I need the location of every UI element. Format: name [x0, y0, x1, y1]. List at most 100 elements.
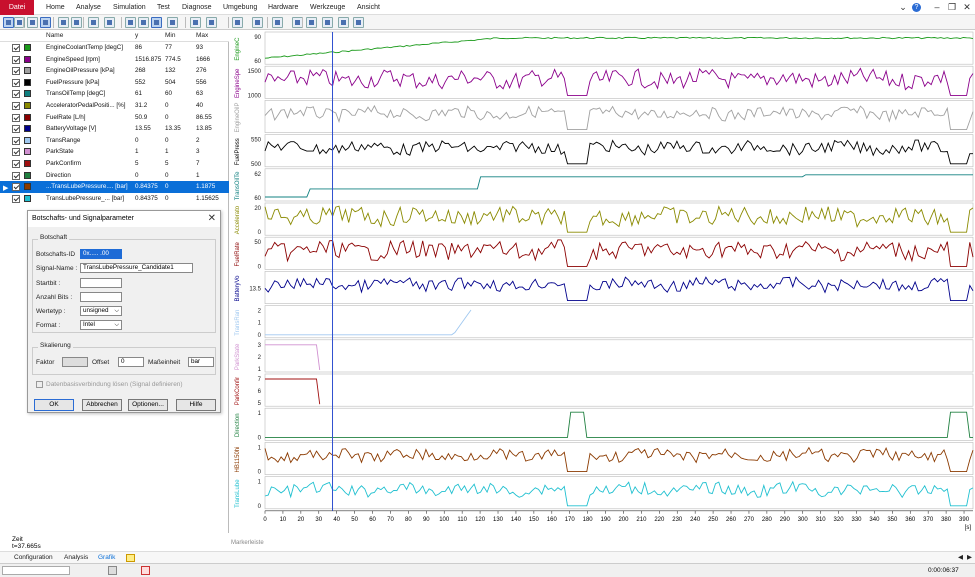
menu-hardware[interactable]: Hardware: [268, 0, 298, 15]
db-link-checkbox[interactable]: [36, 381, 43, 388]
signal-visible-checkbox[interactable]: [12, 148, 20, 157]
signal-visible-checkbox[interactable]: [12, 102, 20, 110]
menu-home[interactable]: Home: [46, 0, 65, 15]
toolbar-button-icon[interactable]: [353, 17, 364, 28]
menu-file[interactable]: Datei: [0, 0, 34, 15]
toolbar-button-icon[interactable]: [104, 17, 115, 28]
toolbar-button-icon[interactable]: [40, 17, 51, 28]
signal-visible-checkbox[interactable]: [12, 136, 20, 145]
signal-row[interactable]: TransLubePressure_... [bar] 0.84375 0 1.156…: [0, 193, 229, 205]
plot-strip[interactable]: [264, 202, 974, 236]
col-name[interactable]: Name: [46, 32, 63, 39]
signal-color-swatch[interactable]: [24, 90, 31, 98]
signal-name-input[interactable]: TransLubePressure_Candidate1: [80, 263, 193, 273]
msg-id-input[interactable]: 0x..... .00: [80, 249, 122, 259]
plot-strip[interactable]: [264, 305, 974, 339]
signal-row[interactable]: TransOilTemp [degC] 61 60 63: [0, 88, 229, 100]
toolbar-button-icon[interactable]: [252, 17, 263, 28]
signal-color-swatch[interactable]: [24, 113, 31, 121]
signal-color-swatch[interactable]: [24, 102, 31, 109]
startbit-input[interactable]: [80, 278, 122, 288]
plot-strip[interactable]: [264, 100, 974, 133]
toolbar-button-icon[interactable]: [232, 17, 243, 28]
signal-row[interactable]: EngineOilPressure [kPa] 268 132 276: [0, 65, 229, 77]
signal-visible-checkbox[interactable]: [12, 113, 20, 122]
toolbar-button-icon[interactable]: [322, 17, 333, 28]
toolbar-button-icon[interactable]: [306, 17, 317, 28]
signal-row[interactable]: FuelPressure [kPa] 552 504 556: [0, 77, 229, 89]
signal-plot[interactable]: EngineC 9060EngineSpe 15001000EngineOilPFu…: [229, 30, 975, 540]
toolbar-button-icon[interactable]: [58, 17, 69, 28]
menu-simulation[interactable]: Simulation: [113, 0, 146, 15]
toolbar-button-icon[interactable]: [27, 17, 38, 28]
signal-visible-checkbox[interactable]: [12, 55, 20, 64]
toolbar-button-icon[interactable]: [206, 17, 217, 28]
signal-visible-checkbox[interactable]: [12, 171, 20, 180]
signal-visible-checkbox[interactable]: [12, 160, 20, 168]
signal-color-swatch[interactable]: [24, 136, 31, 144]
help-button[interactable]: Hilfe: [176, 399, 216, 411]
signal-color-swatch[interactable]: [24, 44, 31, 51]
signal-color-swatch[interactable]: [24, 183, 31, 191]
toolbar-button-icon[interactable]: [151, 17, 162, 28]
signal-row[interactable]: EngineSpeed [rpm] 1516.875 774.5 1666: [0, 54, 229, 66]
toolbar-button-icon[interactable]: [138, 17, 149, 28]
toolbar-button-icon[interactable]: [272, 17, 283, 28]
menu-ansicht[interactable]: Ansicht: [357, 0, 380, 15]
signal-row[interactable]: Direction 0 0 1: [0, 170, 229, 182]
factor-input[interactable]: [62, 357, 88, 367]
close-icon[interactable]: ✕: [960, 0, 974, 15]
plot-strip[interactable]: [264, 442, 974, 475]
graphics-window[interactable]: EngineC 90 60 EngineSpe 1500 1000 EngineOilP Fu…: [229, 30, 975, 540]
toolbar-button-icon[interactable]: [338, 17, 349, 28]
signal-color-swatch[interactable]: [24, 194, 31, 202]
plot-strip[interactable]: [264, 65, 974, 99]
plot-strip[interactable]: [264, 373, 974, 407]
signal-row[interactable]: TransRange 0 0 2: [0, 135, 229, 147]
toolbar-button-icon[interactable]: [88, 17, 99, 28]
unit-input[interactable]: bar: [188, 357, 214, 367]
ok-button[interactable]: OK: [34, 399, 74, 411]
menu-analyse[interactable]: Analyse: [76, 0, 101, 15]
signal-row[interactable]: ParkConfirm 5 5 7: [0, 158, 229, 170]
toolbar-button-icon[interactable]: [167, 17, 178, 28]
record-icon[interactable]: [141, 566, 150, 575]
cancel-button[interactable]: Abbrechen: [82, 399, 122, 411]
signal-row[interactable]: FuelRate [L/h] 50.9 0 86.55: [0, 112, 229, 124]
grid-icon[interactable]: [108, 566, 117, 575]
menu-umgebung[interactable]: Umgebung: [223, 0, 257, 15]
plot-strip[interactable]: [264, 31, 974, 65]
signal-visible-checkbox[interactable]: [12, 125, 20, 134]
signal-visible-checkbox[interactable]: [12, 183, 20, 192]
signal-visible-checkbox[interactable]: [12, 78, 20, 87]
col-max[interactable]: Max: [196, 32, 208, 39]
signal-color-swatch[interactable]: [24, 67, 31, 75]
plot-strip[interactable]: [264, 476, 974, 510]
status-field[interactable]: [2, 566, 70, 575]
offset-input[interactable]: 0: [118, 357, 144, 367]
col-y[interactable]: y: [135, 32, 138, 39]
window-icon[interactable]: [126, 554, 135, 562]
signal-visible-checkbox[interactable]: [12, 44, 20, 52]
menu-werkzeuge[interactable]: Werkzeuge: [310, 0, 345, 15]
signal-row[interactable]: EngineCoolantTemp [degC] 86 77 93: [0, 42, 229, 54]
chevron-down-icon[interactable]: ⌄: [896, 0, 910, 15]
help-icon[interactable]: ?: [912, 3, 921, 12]
signal-color-swatch[interactable]: [24, 125, 31, 133]
toolbar-button-icon[interactable]: [125, 17, 136, 28]
bits-input[interactable]: [80, 292, 122, 302]
minimize-icon[interactable]: –: [930, 0, 944, 15]
signal-visible-checkbox[interactable]: [12, 67, 20, 76]
options-button[interactable]: Optionen...: [128, 399, 168, 411]
signal-color-swatch[interactable]: [24, 78, 31, 86]
toolbar-button-icon[interactable]: [71, 17, 82, 28]
plot-strip[interactable]: [264, 407, 974, 441]
col-min[interactable]: Min: [165, 32, 175, 39]
type-select[interactable]: unsigned: [80, 306, 122, 316]
plot-strip[interactable]: [264, 168, 974, 202]
signal-row[interactable]: BatteryVoltage [V] 13.55 13.35 13.85: [0, 123, 229, 135]
plot-strip[interactable]: [264, 339, 974, 373]
signal-visible-checkbox[interactable]: [12, 90, 20, 99]
signal-row[interactable]: ParkState 1 1 3: [0, 146, 229, 158]
signal-visible-checkbox[interactable]: [12, 194, 20, 203]
